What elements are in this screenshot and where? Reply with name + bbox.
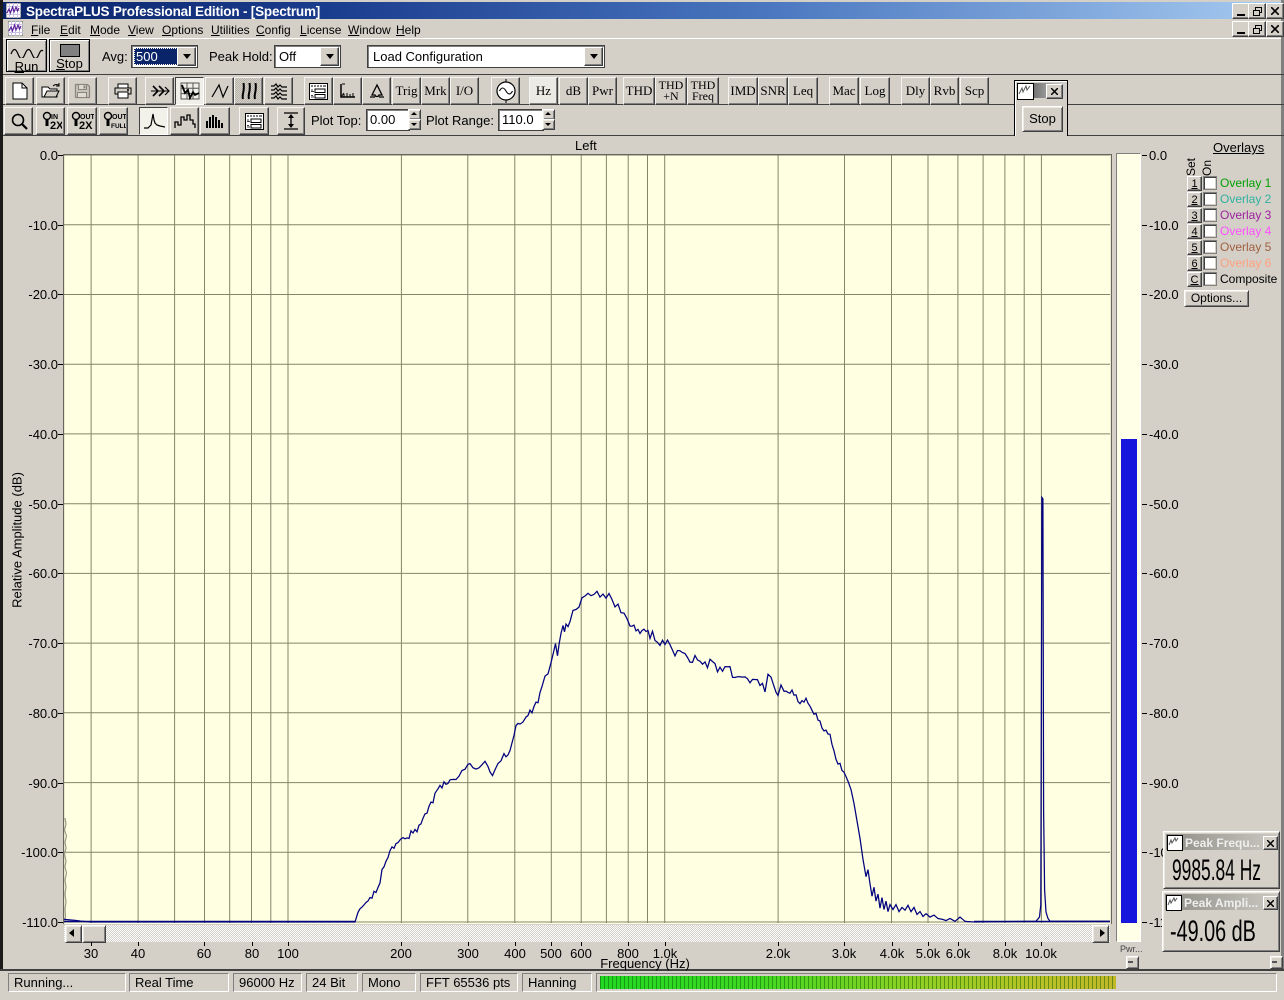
svg-text:2X: 2X	[50, 120, 62, 131]
svg-text:2X: 2X	[79, 120, 93, 131]
svg-text:OUT: OUT	[112, 114, 126, 121]
svg-text:FULL: FULL	[111, 123, 126, 130]
